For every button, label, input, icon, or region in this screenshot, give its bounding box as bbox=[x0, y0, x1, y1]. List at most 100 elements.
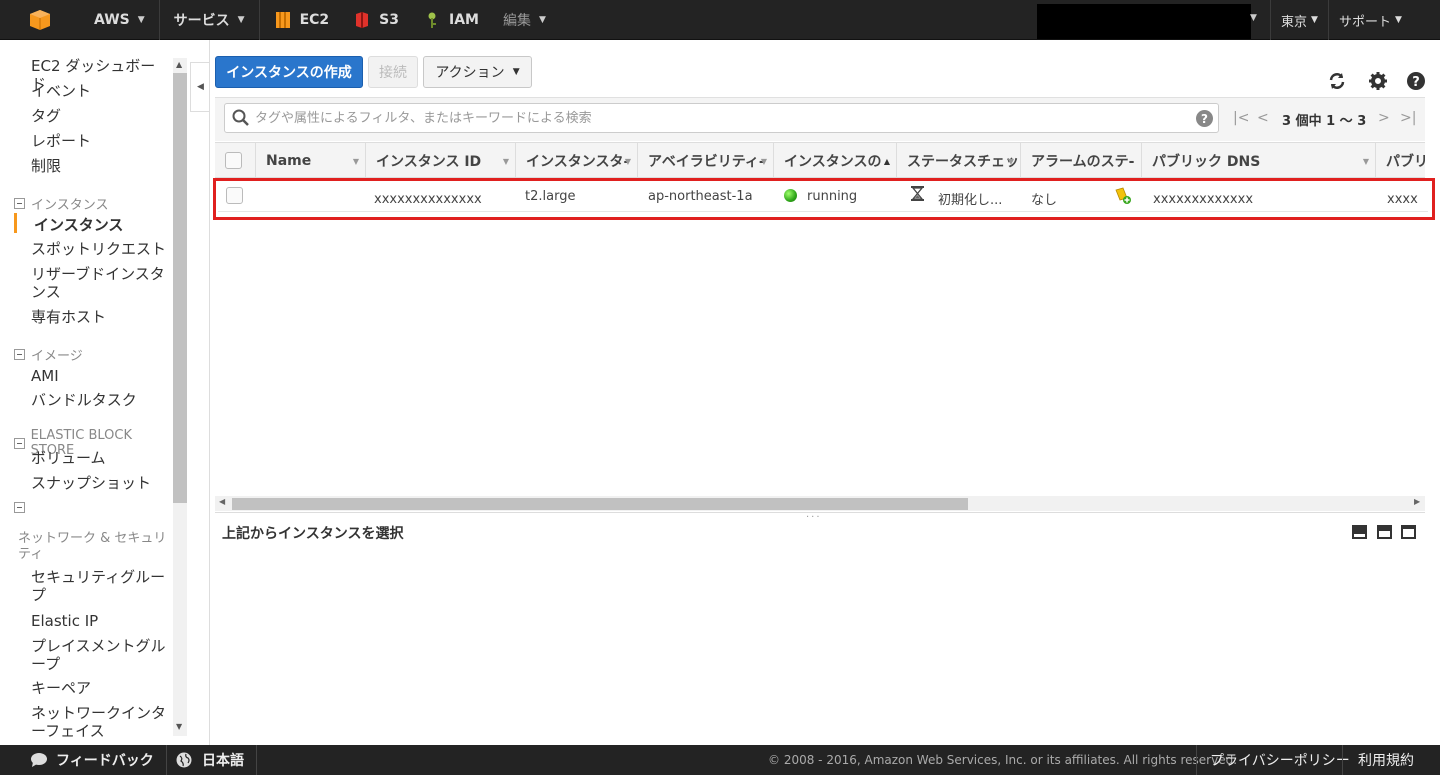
collapse-icon bbox=[14, 437, 25, 449]
divider bbox=[209, 40, 210, 745]
sidebar-item-reports[interactable]: レポート bbox=[31, 132, 166, 150]
chevron-down-icon: ▼ bbox=[237, 14, 245, 25]
layout-split-icon[interactable] bbox=[1377, 525, 1392, 539]
prev-page-icon[interactable]: < bbox=[1257, 110, 1269, 126]
sidebar-item-dedicated-hosts[interactable]: 専有ホスト bbox=[31, 308, 166, 326]
search-filter[interactable]: ? bbox=[224, 103, 1219, 133]
feedback-link[interactable]: フィードバック bbox=[30, 745, 154, 775]
column-label: Name bbox=[266, 153, 312, 169]
column-header-status-check[interactable]: ステータスチェッ ▼ bbox=[896, 143, 1020, 179]
sort-icon: ▼ bbox=[352, 157, 359, 166]
actions-label: アクション bbox=[435, 65, 505, 81]
speech-bubble-icon bbox=[31, 753, 47, 767]
last-page-icon[interactable]: >| bbox=[1400, 110, 1416, 126]
refresh-icon[interactable] bbox=[1326, 70, 1348, 92]
feedback-label: フィードバック bbox=[56, 753, 154, 769]
aws-menu[interactable]: AWS ▼ bbox=[80, 0, 160, 40]
sidebar-item-limits[interactable]: 制限 bbox=[31, 157, 166, 175]
column-label: パブリ bbox=[1386, 154, 1425, 170]
sidebar-item-instances[interactable]: インスタンス bbox=[34, 216, 169, 234]
copyright-text: © 2008 - 2016, Amazon Web Services, Inc.… bbox=[768, 753, 1238, 767]
services-menu[interactable]: サービス ▼ bbox=[160, 0, 260, 40]
sidebar-item-tags[interactable]: タグ bbox=[31, 107, 166, 125]
shortcut-ec2[interactable]: EC2 bbox=[260, 0, 340, 40]
detail-pane-title: 上記からインスタンスを選択 bbox=[222, 526, 404, 542]
scroll-up-icon[interactable]: ▲ bbox=[176, 60, 182, 69]
ec2-label: EC2 bbox=[299, 11, 330, 28]
select-all-checkbox[interactable] bbox=[225, 152, 242, 169]
search-help-icon[interactable]: ? bbox=[1196, 110, 1213, 127]
region-menu[interactable]: 東京 ▼ bbox=[1270, 0, 1328, 40]
sort-icon: ▼ bbox=[1362, 157, 1369, 166]
language-label: 日本語 bbox=[202, 753, 244, 769]
svg-text:?: ? bbox=[1412, 75, 1420, 90]
sidebar-item-ami[interactable]: AMI bbox=[31, 367, 166, 385]
scroll-right-icon[interactable]: ▶ bbox=[1414, 497, 1420, 506]
collapse-sidebar-button[interactable]: ◀ bbox=[190, 62, 210, 112]
sort-asc-icon: ▲ bbox=[883, 157, 890, 166]
scroll-down-icon[interactable]: ▼ bbox=[176, 722, 182, 731]
shortcut-iam[interactable]: IAM bbox=[409, 0, 489, 40]
sidebar-scroll-thumb[interactable] bbox=[173, 73, 187, 503]
sidebar-section-images[interactable]: イメージ bbox=[14, 345, 83, 364]
column-header-instance-type[interactable]: インスタンスタ- ▼ bbox=[515, 143, 637, 179]
globe-icon bbox=[176, 752, 192, 768]
divider bbox=[1342, 745, 1343, 775]
divider bbox=[1196, 745, 1197, 775]
support-menu[interactable]: サポート ▼ bbox=[1328, 0, 1412, 40]
shortcut-s3[interactable]: S3 bbox=[339, 0, 409, 40]
region-label: 東京 bbox=[1281, 14, 1308, 30]
column-header-public-ip[interactable]: パブリ bbox=[1375, 143, 1425, 179]
column-label: アベイラビリティ- bbox=[648, 154, 765, 170]
sidebar-item-elastic-ip[interactable]: Elastic IP bbox=[31, 612, 166, 630]
horizontal-scroll-thumb[interactable] bbox=[232, 498, 968, 510]
sidebar-item-snapshots[interactable]: スナップショット bbox=[31, 474, 166, 492]
sidebar-section-instances[interactable]: インスタンス bbox=[14, 194, 108, 213]
chevron-down-icon: ▼ bbox=[538, 14, 546, 25]
layout-full-icon[interactable] bbox=[1401, 525, 1416, 539]
column-header-instance-state[interactable]: インスタンスの ▲ bbox=[773, 143, 896, 179]
first-page-icon[interactable]: |< bbox=[1233, 110, 1249, 126]
section-label: インスタンス bbox=[31, 198, 109, 213]
terms-of-use-link[interactable]: 利用規約 bbox=[1358, 745, 1414, 775]
sidebar-item-placement-groups[interactable]: プレイスメントグループ bbox=[31, 637, 166, 673]
sidebar-item-reserved-instances[interactable]: リザーブドインスタンス bbox=[31, 265, 166, 301]
support-label: サポート bbox=[1339, 14, 1392, 30]
next-page-icon[interactable]: > bbox=[1378, 110, 1390, 126]
chevron-down-icon: ▼ bbox=[512, 67, 520, 77]
chevron-down-icon: ▼ bbox=[137, 14, 145, 25]
column-header-alarm-status[interactable]: アラームのステ- bbox=[1020, 143, 1141, 179]
sidebar-item-volumes[interactable]: ボリューム bbox=[31, 449, 166, 467]
sidebar-item-key-pairs[interactable]: キーペア bbox=[31, 679, 166, 697]
sidebar-item-events[interactable]: イベント bbox=[31, 82, 166, 100]
sidebar-item-network-interfaces[interactable]: ネットワークインターフェイス bbox=[31, 704, 166, 740]
column-label: インスタンスタ- bbox=[526, 154, 630, 170]
connect-button[interactable]: 接続 bbox=[368, 56, 418, 88]
sidebar-item-bundle-tasks[interactable]: バンドルタスク bbox=[31, 391, 166, 409]
language-selector[interactable]: 日本語 bbox=[176, 745, 244, 775]
column-header-public-dns[interactable]: パブリック DNS ▼ bbox=[1141, 143, 1375, 179]
launch-instance-button[interactable]: インスタンスの作成 bbox=[215, 56, 363, 88]
sidebar-item-security-groups[interactable]: セキュリティグループ bbox=[31, 568, 166, 604]
gear-icon[interactable] bbox=[1367, 70, 1389, 92]
column-header-name[interactable]: Name ▼ bbox=[255, 143, 365, 179]
actions-dropdown[interactable]: アクション ▼ bbox=[423, 56, 532, 88]
collapse-icon bbox=[14, 198, 25, 209]
chevron-down-icon: ▼ bbox=[1395, 15, 1402, 25]
help-icon[interactable]: ? bbox=[1405, 70, 1427, 92]
aws-cube-icon[interactable] bbox=[0, 0, 80, 40]
sidebar-item-spot-requests[interactable]: スポットリクエスト bbox=[31, 240, 166, 258]
edit-menu-label: 編集 bbox=[502, 12, 531, 29]
layout-bottom-icon[interactable] bbox=[1352, 525, 1367, 539]
account-name-redacted[interactable] bbox=[1037, 4, 1251, 39]
privacy-policy-link[interactable]: プライバシーポリシー bbox=[1210, 745, 1350, 775]
sidebar-section-network-toggle[interactable] bbox=[14, 502, 31, 513]
scroll-left-icon[interactable]: ◀ bbox=[219, 497, 225, 506]
column-header-instance-id[interactable]: インスタンス ID ▼ bbox=[365, 143, 515, 179]
active-marker bbox=[14, 213, 17, 233]
drag-handle-icon[interactable]: ··· bbox=[806, 512, 822, 523]
divider bbox=[256, 745, 257, 775]
search-input[interactable] bbox=[255, 108, 1185, 128]
edit-menu[interactable]: 編集 ▼ bbox=[489, 0, 560, 40]
column-header-availability-zone[interactable]: アベイラビリティ- ▼ bbox=[637, 143, 773, 179]
